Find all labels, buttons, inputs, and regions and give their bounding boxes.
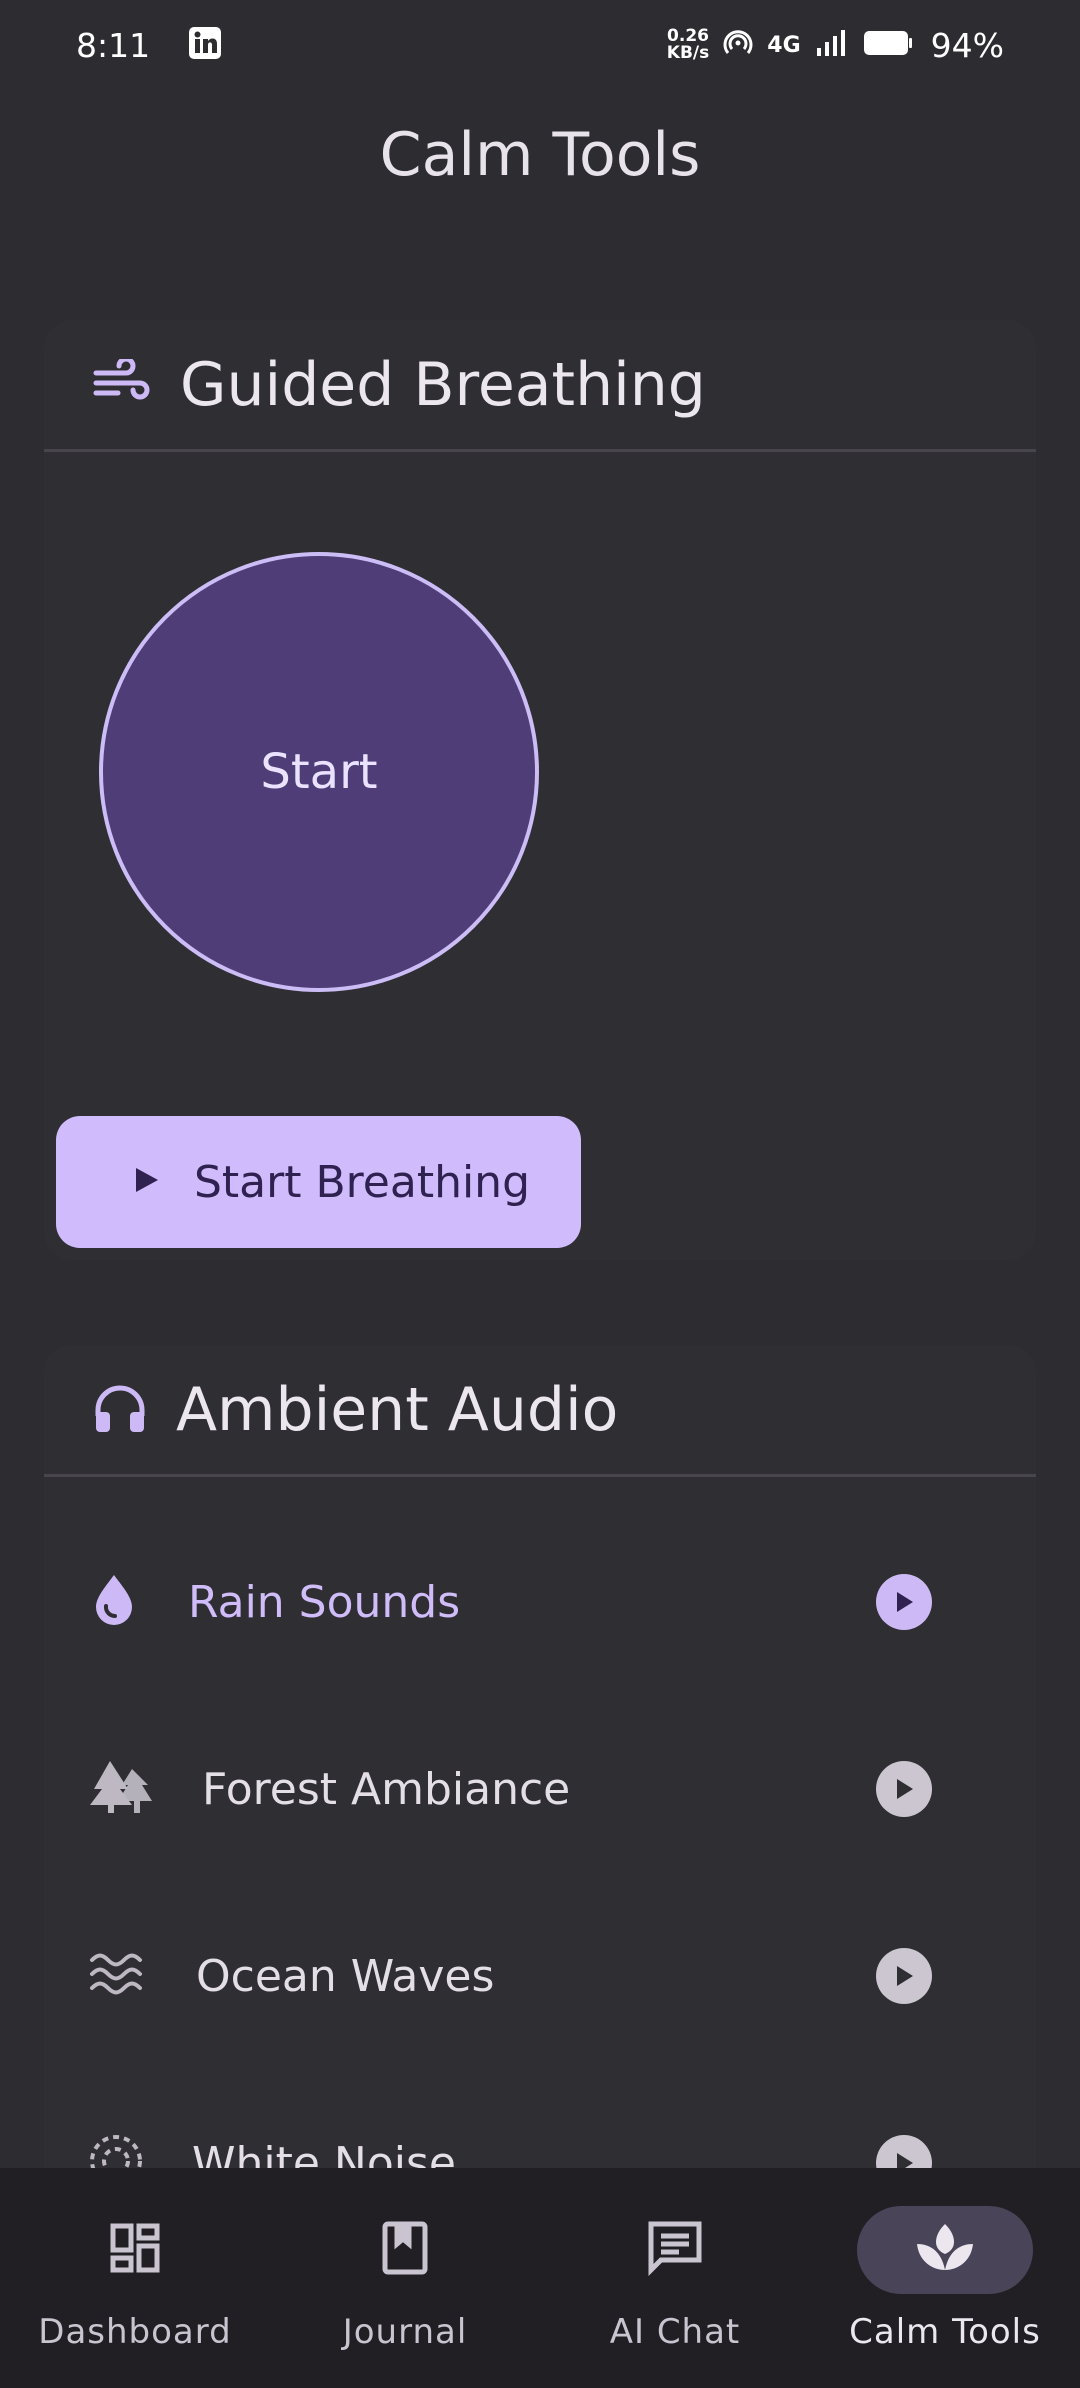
nav-label-journal: Journal	[342, 2312, 468, 2352]
nav-dashboard[interactable]: Dashboard	[0, 2168, 270, 2388]
network-type: 4G	[767, 32, 801, 58]
nav-label-calm-tools: Calm Tools	[849, 2312, 1041, 2352]
ambient-audio-title: Ambient Audio	[176, 1374, 619, 1445]
start-breathing-label: Start Breathing	[194, 1156, 530, 1208]
page-title: Calm Tools	[379, 120, 701, 190]
play-rain-button[interactable]	[876, 1574, 932, 1630]
start-breathing-button[interactable]: Start Breathing	[56, 1116, 581, 1248]
net-speed: 0.26 KB/s	[666, 26, 710, 63]
nav-label-ai-chat: AI Chat	[609, 2312, 741, 2352]
nav-journal[interactable]: Journal	[270, 2168, 540, 2388]
play-ocean-button[interactable]	[876, 1948, 932, 2004]
audio-row-rain[interactable]: Rain Sounds	[44, 1527, 1036, 1677]
waves-icon	[88, 1950, 148, 2002]
water-drop-icon	[88, 1572, 140, 1632]
nav-calm-tools[interactable]: Calm Tools	[810, 2168, 1080, 2388]
bottom-nav: Dashboard Journal AI Chat Calm Tools	[0, 2168, 1080, 2388]
guided-breathing-header: Guided Breathing	[44, 320, 1036, 452]
guided-breathing-card: Guided Breathing Start Start Breathing	[44, 320, 1036, 1260]
spa-icon	[915, 2222, 975, 2278]
linkedin-icon	[188, 26, 222, 64]
ambient-audio-header: Ambient Audio	[44, 1345, 1036, 1477]
status-time: 8:11	[76, 25, 151, 65]
audio-label-forest: Forest Ambiance	[202, 1763, 571, 1815]
audio-label-rain: Rain Sounds	[188, 1576, 461, 1628]
forest-icon	[88, 1759, 154, 1819]
battery-icon	[863, 29, 913, 61]
nav-label-dashboard: Dashboard	[38, 2312, 232, 2352]
play-forest-button[interactable]	[876, 1761, 932, 1817]
breathing-circle[interactable]: Start	[99, 552, 539, 992]
audio-row-ocean[interactable]: Ocean Waves	[44, 1901, 1036, 2051]
chat-icon	[647, 2220, 703, 2280]
journal-icon	[381, 2220, 429, 2280]
hotspot-icon	[723, 28, 753, 62]
headphones-icon	[92, 1382, 148, 1438]
battery-percent: 94%	[930, 25, 1004, 65]
status-bar: 8:11 0.26 KB/s 4G 94%	[0, 0, 1080, 90]
air-icon	[92, 356, 152, 411]
audio-row-forest[interactable]: Forest Ambiance	[44, 1714, 1036, 1864]
breathing-circle-label: Start	[260, 744, 378, 800]
guided-breathing-title: Guided Breathing	[180, 349, 706, 420]
play-icon	[134, 1166, 160, 1198]
audio-label-ocean: Ocean Waves	[196, 1950, 495, 2002]
signal-icon	[815, 28, 849, 62]
nav-ai-chat[interactable]: AI Chat	[540, 2168, 810, 2388]
ambient-audio-card: Ambient Audio Rain Sounds Forest Ambianc…	[44, 1345, 1036, 2245]
dashboard-icon	[109, 2222, 161, 2278]
